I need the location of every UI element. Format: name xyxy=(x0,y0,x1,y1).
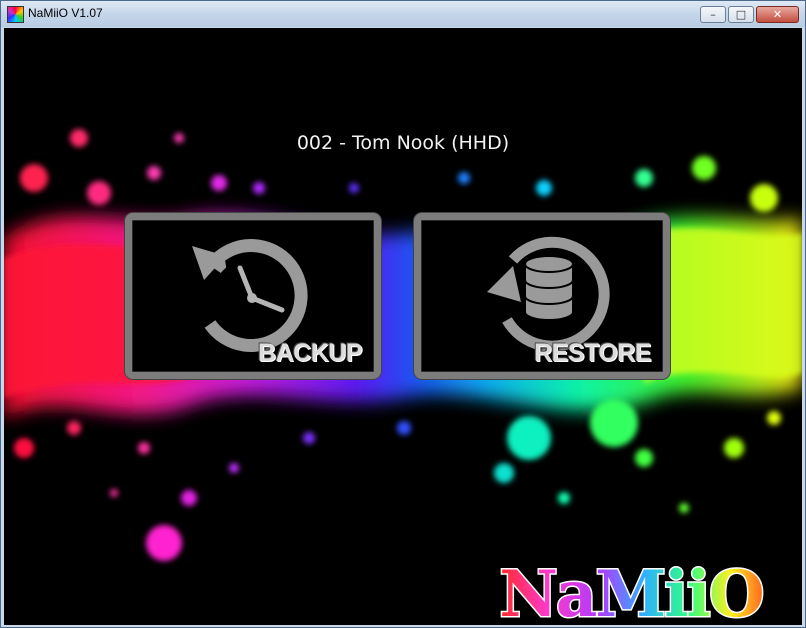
profile-title: 002 - Tom Nook (HHD) xyxy=(296,132,510,154)
minimize-button[interactable]: – xyxy=(700,6,726,23)
restore-label: RESTORE xyxy=(534,339,651,367)
backup-label: BACKUP xyxy=(258,339,362,367)
title-bar[interactable]: NaMiiO V1.07 – □ ✕ xyxy=(1,1,805,27)
paint-splash-background xyxy=(4,129,802,561)
maximize-button[interactable]: □ xyxy=(728,6,754,23)
close-button[interactable]: ✕ xyxy=(756,6,799,23)
window-controls: – □ ✕ xyxy=(700,6,799,23)
namiio-logo: NaMiiO xyxy=(498,558,766,624)
app-window: NaMiiO V1.07 – □ ✕ 002 - Tom Nook (HHD) … xyxy=(0,0,806,628)
svg-text:NaMiiO: NaMiiO xyxy=(499,558,762,624)
restore-button[interactable]: RESTORE xyxy=(414,213,670,379)
main-area: 002 - Tom Nook (HHD) BACKUP RESTORE NaMi… xyxy=(4,28,802,625)
window-title: NaMiiO V1.07 xyxy=(28,6,103,20)
app-icon[interactable] xyxy=(7,6,24,23)
backup-button[interactable]: BACKUP xyxy=(125,213,381,379)
